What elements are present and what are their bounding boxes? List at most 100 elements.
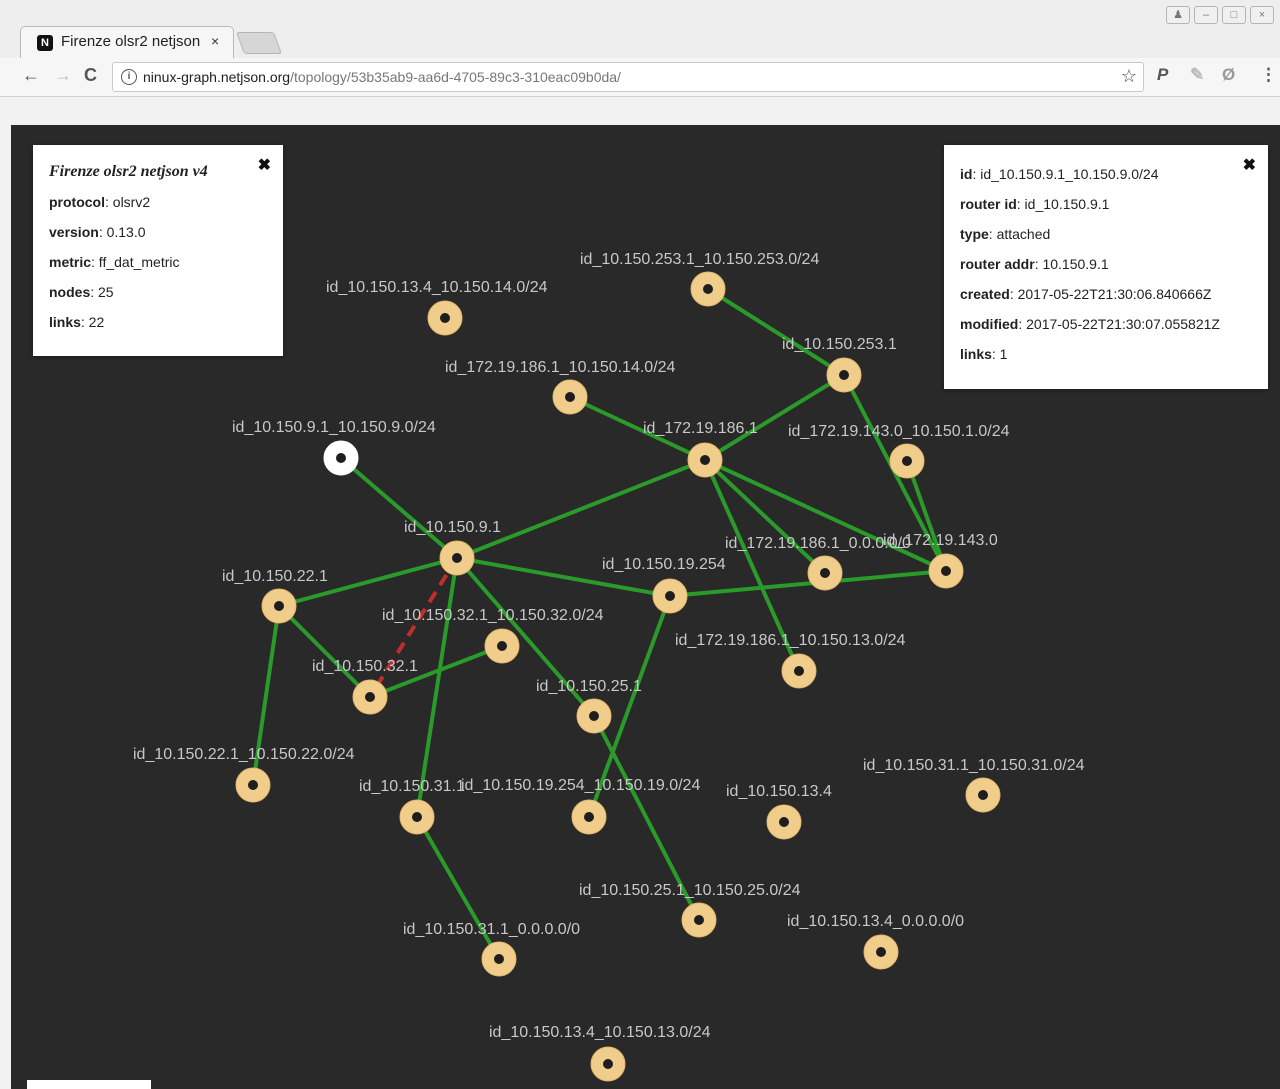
close-node-details-icon[interactable]: ✖ (1243, 155, 1256, 175)
node-row-created: created: 2017-05-22T21:30:06.840666Z (960, 286, 1211, 302)
tab-title: Firenze olsr2 netjson (61, 33, 201, 50)
graph-link[interactable] (703, 373, 846, 462)
node-center-dot (779, 817, 789, 827)
node-key: links (960, 346, 992, 362)
node-center-dot (584, 812, 594, 822)
node-center-dot (248, 780, 258, 790)
node-label: id_172.19.143.0_10.150.1.0/24 (788, 423, 1010, 440)
node-label: id_172.19.186.1 (643, 420, 758, 437)
p-extension-icon[interactable]: P (1157, 65, 1168, 85)
node-value: : 2017-05-22T21:30:07.055821Z (1018, 316, 1220, 332)
site-info-icon[interactable]: i (121, 69, 137, 85)
node-center-dot (497, 641, 507, 651)
graph-node[interactable]: id_10.150.19.254 (602, 556, 726, 614)
graph-node[interactable]: id_10.150.22.1_10.150.22.0/24 (133, 746, 355, 803)
node-label: id_10.150.13.4_0.0.0.0/0 (787, 913, 964, 930)
meta-row-nodes: nodes: 25 (49, 284, 114, 300)
topology-title: Firenze olsr2 netjson v4 (49, 163, 208, 180)
back-arrow-icon[interactable]: ← (22, 65, 40, 86)
topology-graph[interactable]: id_10.150.253.1_10.150.253.0/24 id_10.150… (11, 125, 1280, 1089)
user-profile-icon[interactable]: ♟ (1166, 6, 1190, 24)
graph-node[interactable]: id_10.150.13.4_0.0.0.0/0 (787, 913, 964, 970)
graph-node[interactable]: id_172.19.186.1 (643, 420, 758, 478)
graph-node[interactable]: id_172.19.186.1_10.150.13.0/24 (675, 632, 906, 689)
close-window-icon[interactable]: × (1250, 6, 1274, 24)
node-center-dot (820, 568, 830, 578)
meta-row-metric: metric: ff_dat_metric (49, 254, 179, 270)
node-row-router-addr: router addr: 10.150.9.1 (960, 256, 1109, 272)
close-metadata-icon[interactable]: ✖ (258, 155, 271, 175)
menu-dots-icon[interactable]: ⋮ (1260, 65, 1277, 85)
node-row-type: type: attached (960, 226, 1050, 242)
graph-link[interactable] (277, 604, 372, 699)
graph-node[interactable]: id_10.150.25.1_10.150.25.0/24 (579, 882, 801, 938)
graph-node[interactable]: id_10.150.13.4_10.150.13.0/24 (489, 1024, 711, 1082)
browser-tab[interactable]: N Firenze olsr2 netjson × (20, 26, 234, 58)
node-value: : 10.150.9.1 (1034, 256, 1109, 272)
graph-node[interactable]: id_172.19.143.0 (883, 532, 998, 589)
graph-node[interactable]: id_10.150.31.1_0.0.0.0/0 (403, 921, 580, 977)
node-label: id_10.150.25.1 (536, 678, 642, 695)
graph-node[interactable]: id_172.19.143.0_10.150.1.0/24 (788, 423, 1010, 479)
meta-row-links: links: 22 (49, 314, 104, 330)
node-center-dot (494, 954, 504, 964)
node-label: id_10.150.9.1_10.150.9.0/24 (232, 419, 436, 436)
tab-close-icon[interactable]: × (211, 33, 219, 49)
node-center-dot (274, 601, 284, 611)
node-label: id_10.150.13.4 (726, 783, 832, 800)
url-path: /topology/53b35ab9-aa6d-4705-89c3-310eac… (290, 69, 621, 85)
node-center-dot (440, 313, 450, 323)
graph-node[interactable]: id_10.150.25.1 (536, 678, 642, 734)
graph-node[interactable]: id_10.150.19.254_10.150.19.0/24 (461, 777, 700, 835)
node-label: id_10.150.9.1 (404, 519, 501, 536)
node-label: id_10.150.25.1_10.150.25.0/24 (579, 882, 801, 899)
graph-node[interactable]: id_10.150.31.1_10.150.31.0/24 (863, 757, 1085, 813)
graph-link[interactable] (456, 458, 706, 560)
graph-node[interactable]: id_10.150.13.4_10.150.14.0/24 (326, 279, 548, 336)
node-label: id_172.19.143.0 (883, 532, 998, 549)
node-center-dot (365, 692, 375, 702)
graph-node[interactable]: id_10.150.253.1 (782, 336, 897, 393)
graph-node[interactable]: id_10.150.31.1 (359, 778, 465, 835)
window-controls: ♟ – □ × (1166, 6, 1274, 24)
node-label: id_172.19.186.1_10.150.13.0/24 (675, 632, 906, 649)
node-center-dot (336, 453, 346, 463)
node-center-dot (412, 812, 422, 822)
node-center-dot (565, 392, 575, 402)
node-value: : id_10.150.9.1_10.150.9.0/24 (972, 166, 1159, 182)
node-row-router-id: router id: id_10.150.9.1 (960, 196, 1109, 212)
graph-node[interactable]: id_172.19.186.1_10.150.14.0/24 (445, 359, 676, 415)
new-tab-button[interactable] (235, 32, 283, 54)
node-center-dot (941, 566, 951, 576)
graph-link[interactable] (339, 456, 459, 560)
ghostery-extension-icon[interactable]: Ø (1222, 65, 1235, 85)
browser-titlebar: N Firenze olsr2 netjson × ♟ – □ × (0, 0, 1280, 58)
node-key: router addr (960, 256, 1035, 272)
node-layer: id_10.150.253.1_10.150.253.0/24 id_10.150… (133, 251, 1085, 1082)
node-label: id_10.150.31.1_0.0.0.0/0 (403, 921, 580, 938)
url-text: ninux-graph.netjson.org/topology/53b35ab… (143, 69, 621, 85)
node-center-dot (902, 456, 912, 466)
graph-node[interactable]: id_10.150.13.4 (726, 783, 832, 840)
graph-node[interactable]: id_10.150.32.1_10.150.32.0/24 (382, 607, 604, 664)
forward-arrow-icon[interactable]: → (54, 65, 72, 86)
maximize-icon[interactable]: □ (1222, 6, 1246, 24)
node-value: : attached (988, 226, 1051, 242)
node-label: id_10.150.32.1_10.150.32.0/24 (382, 607, 604, 624)
node-center-dot (703, 284, 713, 294)
node-label: id_10.150.22.1_10.150.22.0/24 (133, 746, 355, 763)
graph-node[interactable]: id_10.150.253.1_10.150.253.0/24 (580, 251, 819, 307)
bottom-control[interactable] (27, 1080, 151, 1089)
reload-icon[interactable]: C (84, 65, 97, 86)
node-key: created (960, 286, 1010, 302)
feather-extension-icon[interactable]: ✎ (1190, 65, 1204, 85)
graph-node[interactable]: id_10.150.9.1_10.150.9.0/24 (232, 419, 436, 476)
node-label: id_10.150.19.254_10.150.19.0/24 (461, 777, 700, 794)
bookmark-star-icon[interactable]: ☆ (1121, 66, 1137, 87)
meta-row-version: version: 0.13.0 (49, 224, 146, 240)
metadata-panel: Firenze olsr2 netjson v4 ✖ protocol: ols… (33, 145, 283, 356)
minimize-icon[interactable]: – (1194, 6, 1218, 24)
node-value: : id_10.150.9.1 (1016, 196, 1110, 212)
address-bar[interactable]: i ninux-graph.netjson.org/topology/53b35… (112, 62, 1144, 92)
graph-link[interactable] (706, 287, 846, 377)
